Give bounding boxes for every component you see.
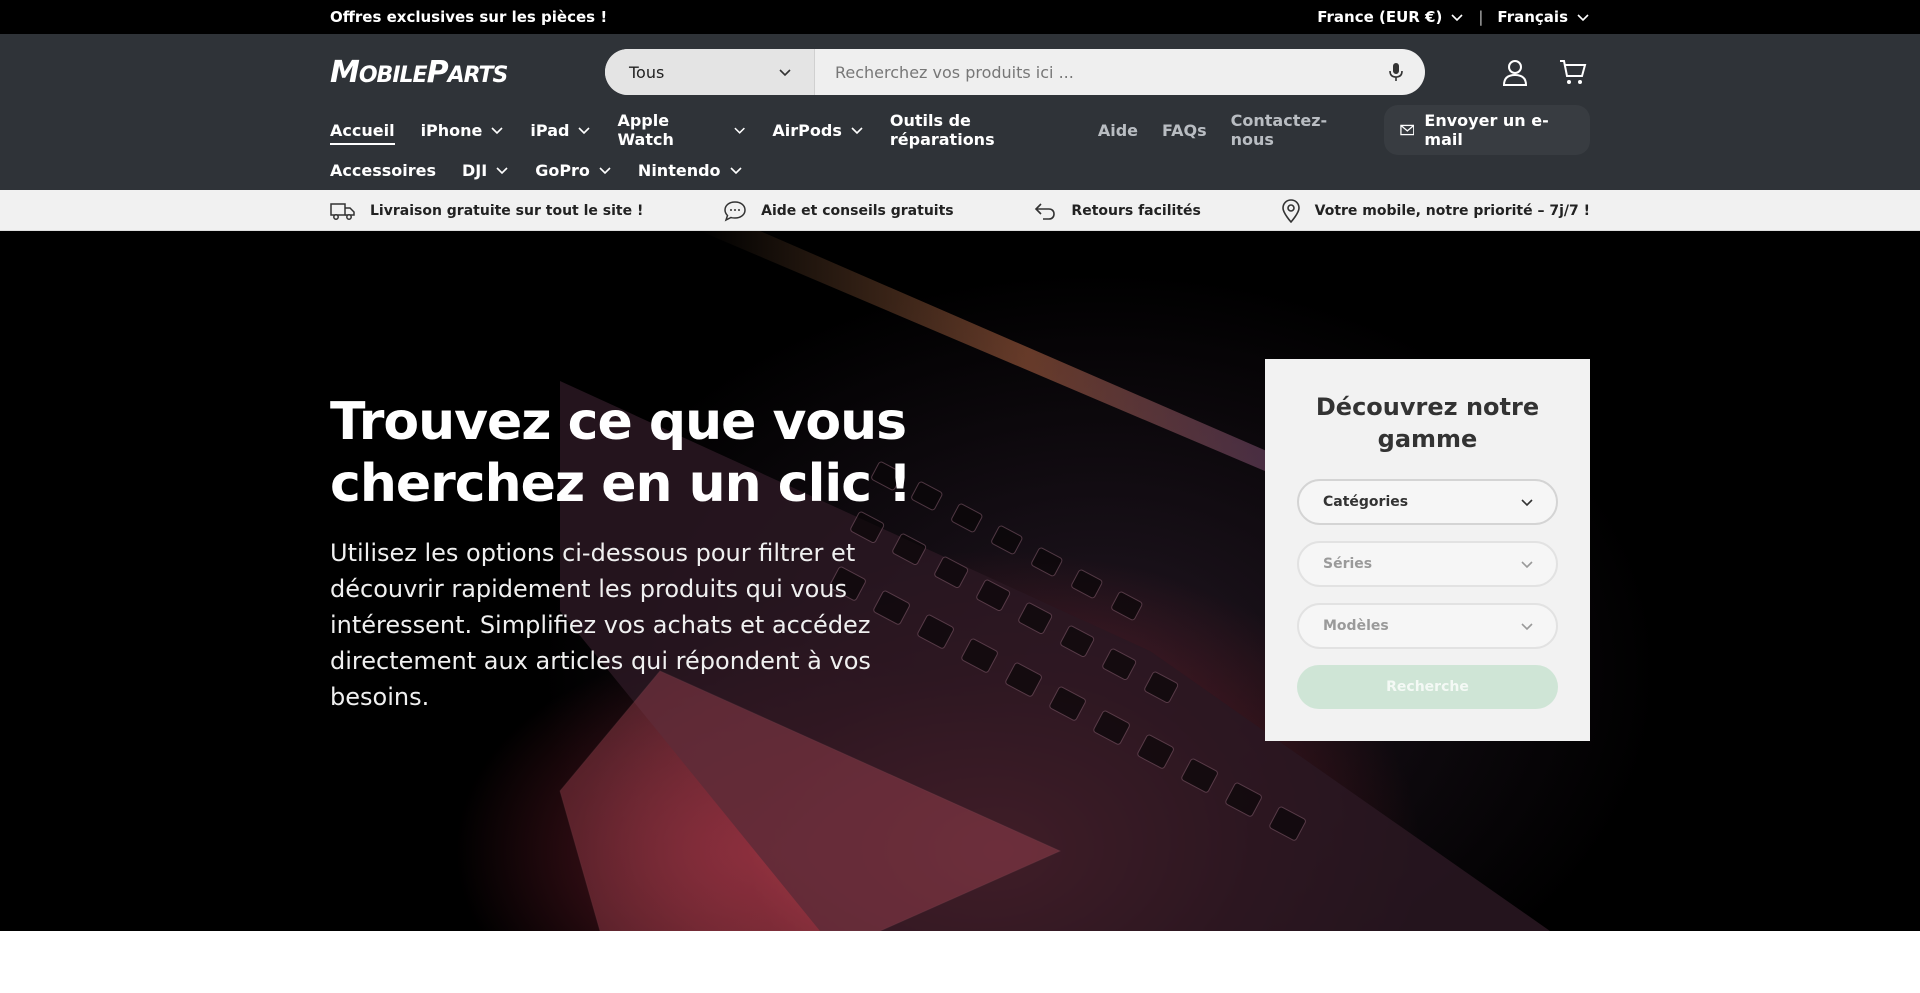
truck-icon <box>330 202 355 220</box>
usp-bar: Livraison gratuite sur tout le site ! Ai… <box>0 190 1920 231</box>
language-label: Français <box>1497 8 1568 26</box>
chevron-down-icon <box>779 69 791 77</box>
nav-item-ipad[interactable]: iPad <box>530 121 591 140</box>
chevron-down-icon <box>734 127 746 134</box>
chevron-down-icon <box>496 167 508 175</box>
nav-item-outils[interactable]: Outils de réparations <box>890 111 1072 149</box>
separator: | <box>1478 8 1484 26</box>
nav-item-dji[interactable]: DJI <box>462 161 509 180</box>
secondary-nav: Accessoires DJI GoPro Nintendo <box>330 150 1590 190</box>
logo[interactable]: MOBILEPARTS <box>330 55 605 90</box>
chevron-down-icon <box>729 167 742 175</box>
chevron-down-icon <box>1521 499 1533 507</box>
search-category-select[interactable]: Tous <box>605 49 815 95</box>
announcement-bar: Offres exclusives sur les pièces ! Franc… <box>0 0 1920 34</box>
chevron-down-icon <box>1521 623 1533 631</box>
link-aide[interactable]: Aide <box>1098 121 1138 140</box>
mail-icon <box>1399 124 1415 136</box>
hero-title: Trouvez ce que vous cherchez en un clic ! <box>330 392 912 514</box>
usp-item: Retours facilités <box>1033 200 1201 222</box>
chat-icon <box>724 200 746 221</box>
country-selector[interactable]: France (EUR €) <box>1317 8 1464 26</box>
return-arrow-icon <box>1035 202 1056 220</box>
location-pin-icon <box>1281 198 1300 223</box>
nav-item-accessoires[interactable]: Accessoires <box>330 161 436 180</box>
usp-item: Votre mobile, notre priorité – 7j/7 ! <box>1281 198 1590 223</box>
site-header: MOBILEPARTS Tous Accueil iPhone iPad App <box>0 34 1920 190</box>
cart-icon[interactable] <box>1558 57 1588 87</box>
email-button[interactable]: Envoyer un e-mail <box>1383 105 1590 155</box>
link-contact[interactable]: Contactez-nous <box>1231 111 1360 149</box>
nav-item-iphone[interactable]: iPhone <box>421 121 505 140</box>
nav-item-gopro[interactable]: GoPro <box>535 161 612 180</box>
models-select[interactable]: Modèles <box>1297 603 1558 649</box>
chevron-down-icon <box>578 127 591 135</box>
link-faqs[interactable]: FAQs <box>1162 121 1207 140</box>
microphone-icon[interactable] <box>1387 62 1405 82</box>
chevron-down-icon <box>1521 561 1533 569</box>
promo-text: Offres exclusives sur les pièces ! <box>330 8 608 26</box>
nav-item-apple-watch[interactable]: Apple Watch <box>617 111 746 149</box>
chevron-down-icon <box>1451 14 1463 22</box>
categories-select[interactable]: Catégories <box>1297 479 1558 525</box>
search-bar: Tous <box>605 49 1425 95</box>
finder-title: Découvrez notre gamme <box>1315 393 1540 453</box>
usp-item: Aide et conseils gratuits <box>723 200 954 222</box>
hero-banner: Trouvez ce que vous cherchez en un clic !… <box>0 231 1920 931</box>
product-finder: Découvrez notre gamme Catégories Séries … <box>1265 359 1590 741</box>
nav-item-accueil[interactable]: Accueil <box>330 121 395 145</box>
country-label: France (EUR €) <box>1317 8 1443 26</box>
finder-search-button[interactable]: Recherche <box>1297 665 1558 709</box>
search-input[interactable] <box>835 62 1387 82</box>
chevron-down-icon <box>1577 14 1589 22</box>
chevron-down-icon <box>599 167 611 175</box>
hero-description: Utilisez les options ci-dessous pour fil… <box>330 539 871 711</box>
chevron-down-icon <box>491 127 503 135</box>
account-icon[interactable] <box>1500 57 1530 87</box>
chevron-down-icon <box>851 127 863 135</box>
series-select[interactable]: Séries <box>1297 541 1558 587</box>
email-button-label: Envoyer un e-mail <box>1424 111 1549 149</box>
search-category-label: Tous <box>629 62 665 82</box>
usp-item: Livraison gratuite sur tout le site ! <box>330 201 643 221</box>
nav-item-airpods[interactable]: AirPods <box>772 121 863 140</box>
nav-item-nintendo[interactable]: Nintendo <box>638 161 743 180</box>
primary-nav: Accueil iPhone iPad Apple Watch AirPods … <box>330 105 1590 155</box>
language-selector[interactable]: Français <box>1497 8 1590 26</box>
